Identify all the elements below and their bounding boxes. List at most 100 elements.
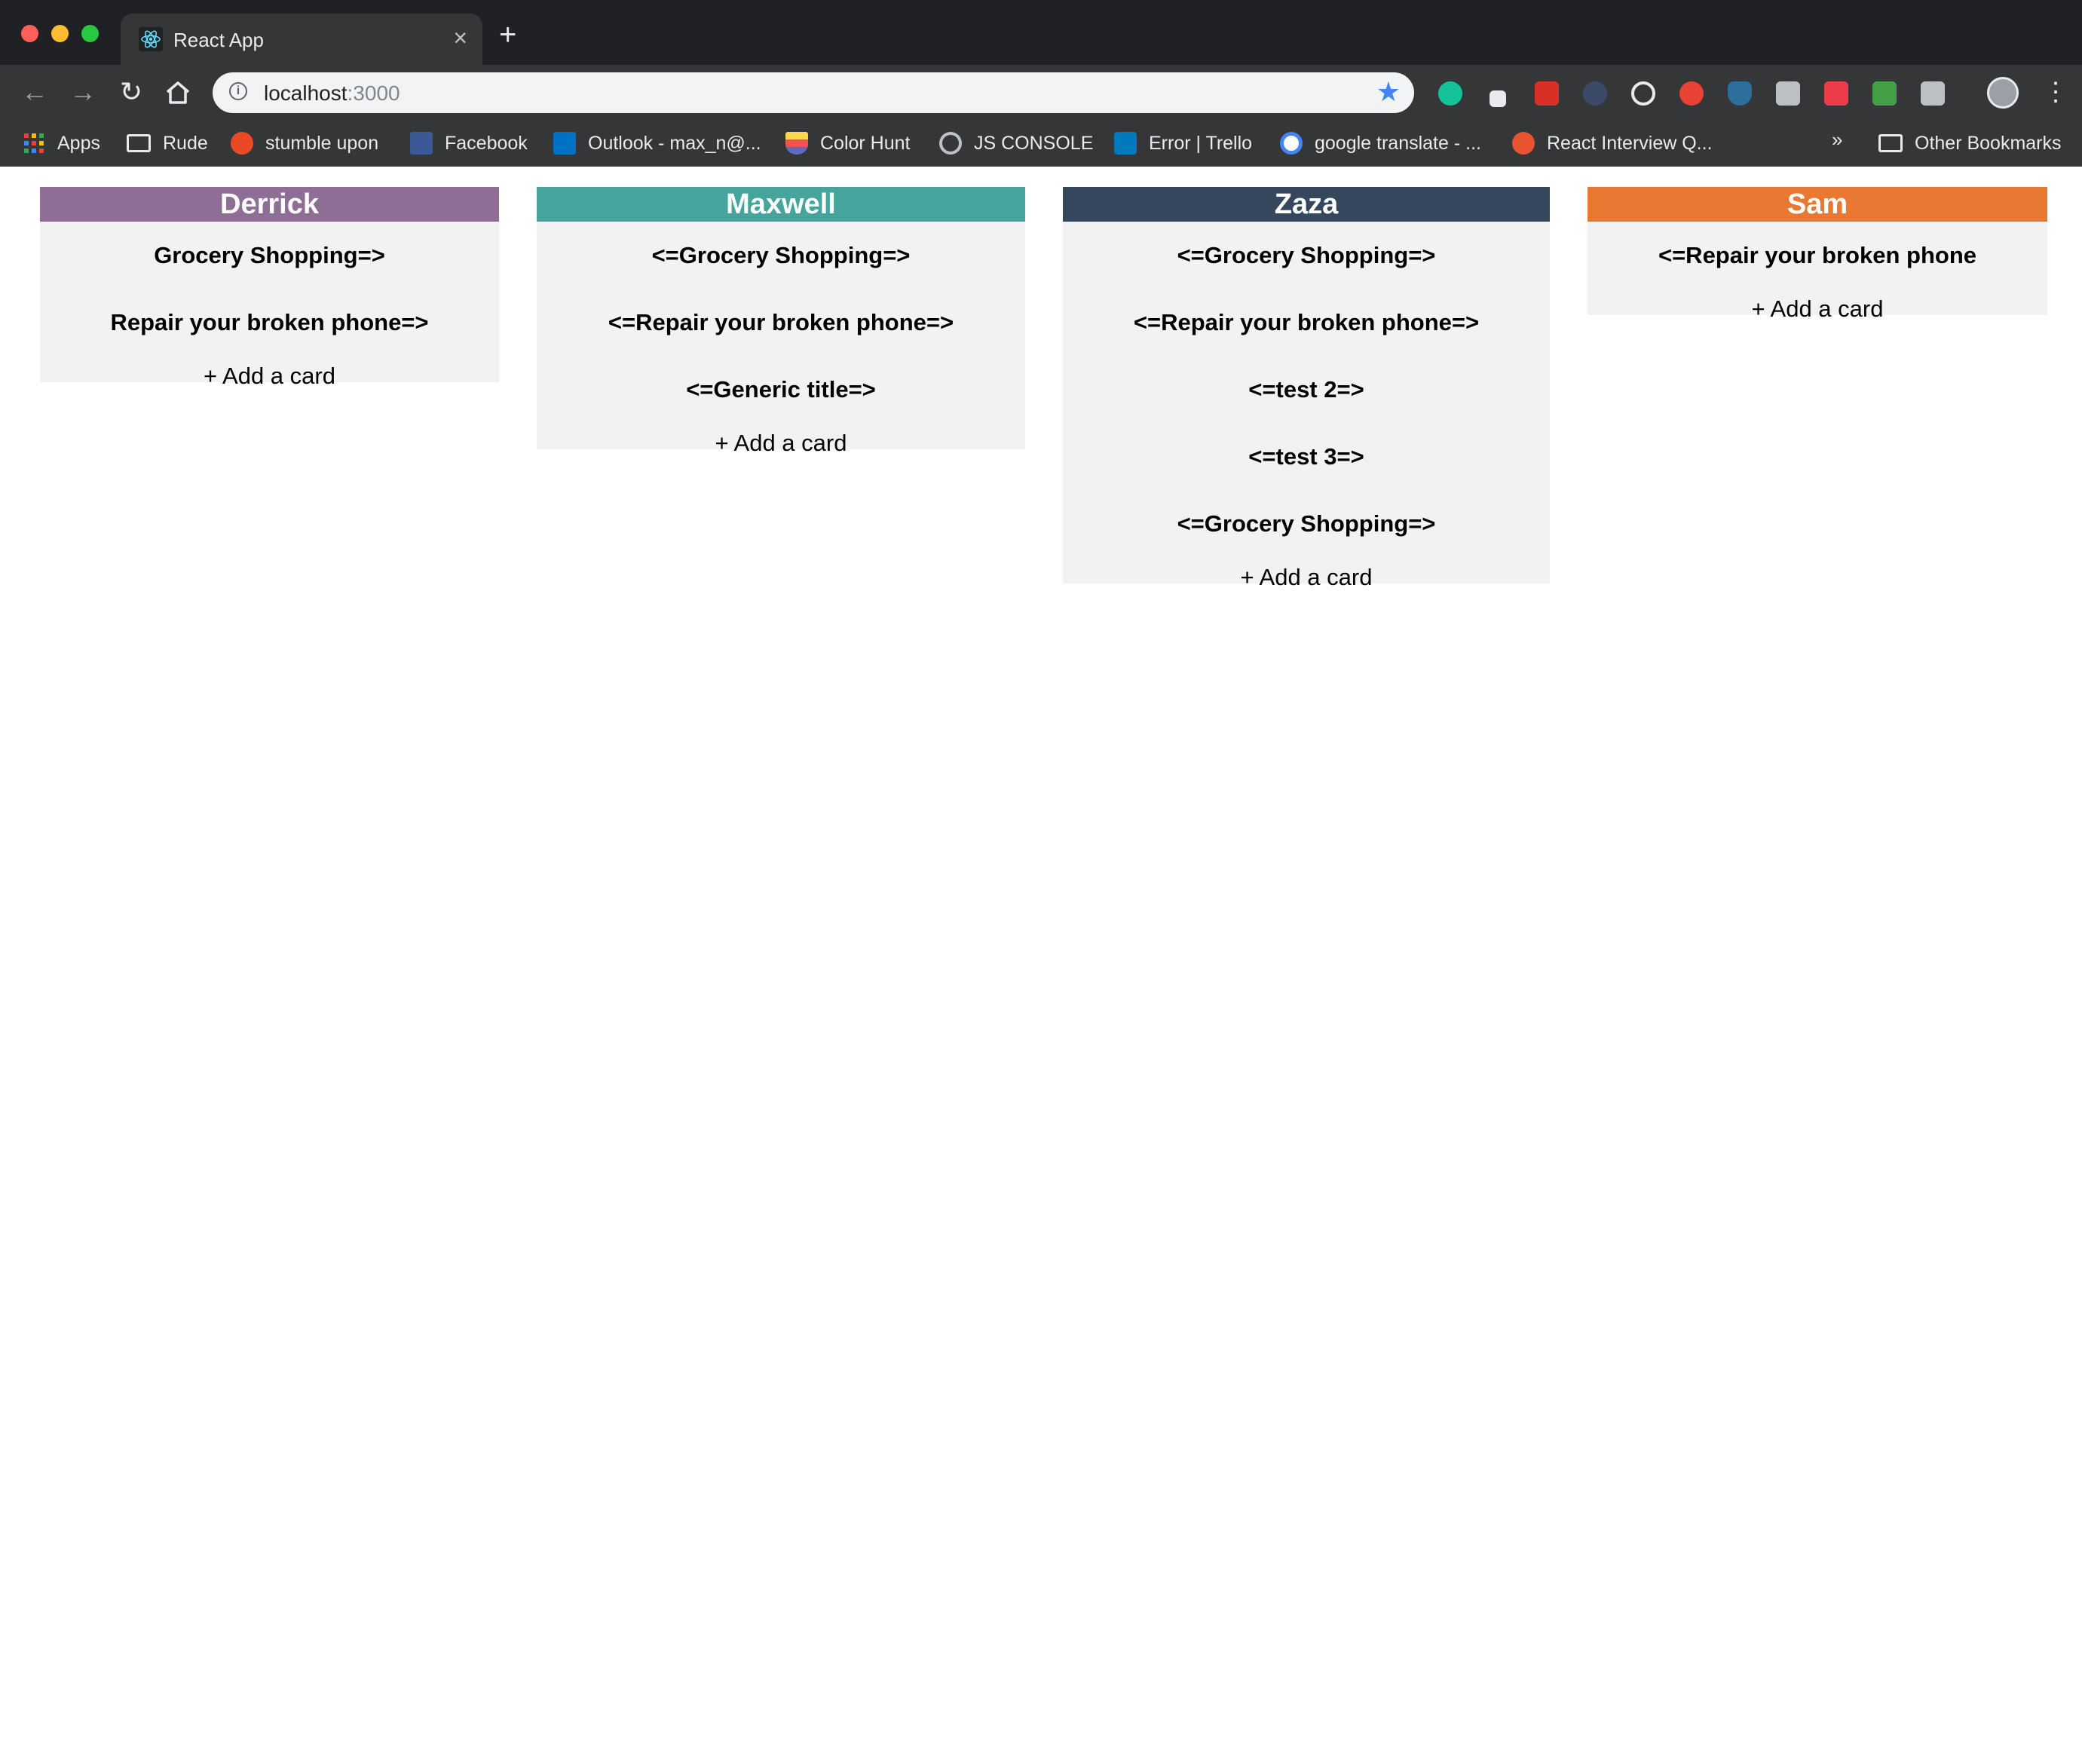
apps-grid-icon [24,133,44,153]
card[interactable]: Repair your broken phone=> [40,289,499,356]
info-icon[interactable]: i [229,82,247,100]
kanban-board: Derrick Grocery Shopping=> Repair your b… [0,167,2082,1764]
bookmark-star-icon[interactable]: ★ [1376,77,1401,107]
bookmark-js-console[interactable]: JS CONSOLE [939,130,1093,157]
maximize-window-button[interactable] [81,25,99,42]
profile-avatar[interactable] [1987,77,2019,109]
paw-extension-icon[interactable] [1535,81,1559,106]
column-title: Maxwell [726,188,836,220]
column-title: Sam [1787,188,1848,220]
facebook-icon [410,132,433,155]
add-card-button[interactable]: + Add a card [40,356,499,397]
browser-tab[interactable]: React App × [121,14,482,65]
browser-toolbar: ← → ↻ i localhost:3000 ★ ⋮ [0,65,2082,119]
card[interactable]: Grocery Shopping=> [40,222,499,289]
card[interactable]: <=Grocery Shopping=> [537,222,1025,289]
more-bookmarks-chevron[interactable]: » [1832,128,1842,152]
target-extension-icon[interactable] [1631,81,1655,106]
browser-chrome: React App × + ← → ↻ i localhost:3000 ★ ⋮ [0,0,2082,167]
minimize-window-button[interactable] [51,25,69,42]
trello-icon [1114,132,1137,155]
bookmark-label: Color Hunt [820,132,911,154]
bookmarks-bar: Apps Rude stumble upon Facebook Outlook … [0,119,2082,167]
bookmark-label: JS CONSOLE [974,132,1094,154]
bookmark-apps[interactable]: Apps [23,130,100,157]
more-menu-icon[interactable]: ⋮ [2043,77,2068,107]
google-icon [1280,132,1303,155]
add-card-button[interactable]: + Add a card [1588,289,2047,329]
url-text: localhost:3000 [264,81,400,106]
bookmark-rude[interactable]: Rude [127,130,208,157]
js-console-icon [939,132,962,155]
shield-extension-icon[interactable] [1728,81,1752,106]
react-icon [139,27,163,51]
bookmark-google-translate[interactable]: google translate - ... [1280,130,1481,157]
outlook-icon [553,132,576,155]
card-list: <=Grocery Shopping=> <=Repair your broke… [537,222,1025,423]
column-derrick: Derrick Grocery Shopping=> Repair your b… [40,187,499,389]
close-window-button[interactable] [21,25,38,42]
chat-extension-icon[interactable] [1776,81,1800,106]
home-icon[interactable] [164,80,191,106]
tab-strip: React App × + [0,0,2082,65]
k-extension-icon[interactable] [1583,81,1607,106]
bookmark-other[interactable]: Other Bookmarks [1878,130,2062,157]
bookmark-label: Rude [163,132,208,154]
column-header: Maxwell [537,187,1025,222]
bookmark-label: Apps [57,132,100,154]
forward-icon[interactable]: → [66,75,100,109]
grammarly-extension-icon[interactable] [1438,81,1462,106]
card-list: <=Repair your broken phone [1588,222,2047,289]
close-tab-icon[interactable]: × [453,24,467,51]
bookmark-facebook[interactable]: Facebook [410,130,528,157]
add-card-button[interactable]: + Add a card [1063,557,1550,598]
tab-title: React App [173,29,264,51]
bookmark-stumble-upon[interactable]: stumble upon [231,130,378,157]
card[interactable]: <=test 2=> [1063,356,1550,423]
bookmark-label: React Interview Q... [1547,132,1713,154]
column-header: Derrick [40,187,499,222]
column-header: Zaza [1063,187,1550,222]
stumbleupon-icon [231,132,253,155]
bookmark-react-interview[interactable]: React Interview Q... [1512,130,1713,157]
folder-icon [127,134,151,152]
bookmark-label: stumble upon [265,132,379,154]
new-tab-button[interactable]: + [499,20,516,50]
folder-icon [1878,134,1903,152]
reload-icon[interactable]: ↻ [115,75,148,109]
react-interview-icon [1512,132,1535,155]
column-zaza: Zaza <=Grocery Shopping=> <=Repair your … [1063,187,1550,590]
column-maxwell: Maxwell <=Grocery Shopping=> <=Repair yo… [537,187,1025,456]
card[interactable]: <=Grocery Shopping=> [1063,490,1550,557]
add-card-button[interactable]: + Add a card [537,423,1025,464]
column-header: Sam [1588,187,2047,222]
bookmark-label: Other Bookmarks [1915,132,2062,154]
card[interactable]: <=Repair your broken phone=> [1063,289,1550,356]
bookmark-outlook[interactable]: Outlook - max_n@... [553,130,761,157]
card[interactable]: <=Repair your broken phone [1588,222,2047,289]
column-sam: Sam <=Repair your broken phone + Add a c… [1588,187,2047,322]
adblock-extension-icon[interactable] [1679,81,1704,106]
bookmark-label: Facebook [445,132,528,154]
address-bar[interactable]: i localhost:3000 ★ [213,72,1414,113]
bookmark-label: Error | Trello [1149,132,1253,154]
red-extension-icon[interactable] [1824,81,1848,106]
bookmark-error-trello[interactable]: Error | Trello [1114,130,1252,157]
card[interactable]: <=test 3=> [1063,423,1550,490]
card-list: Grocery Shopping=> Repair your broken ph… [40,222,499,356]
url-port: :3000 [347,81,400,105]
card[interactable]: <=Repair your broken phone=> [537,289,1025,356]
column-title: Derrick [220,188,319,220]
card[interactable]: <=Generic title=> [537,356,1025,423]
card-list: <=Grocery Shopping=> <=Repair your broke… [1063,222,1550,557]
pen-extension-icon[interactable] [1490,90,1506,107]
bag-extension-icon[interactable] [1921,81,1945,106]
bookmark-label: Outlook - max_n@... [588,132,761,154]
url-host: localhost [264,81,348,105]
card[interactable]: <=Grocery Shopping=> [1063,222,1550,289]
bookmark-label: google translate - ... [1315,132,1481,154]
column-title: Zaza [1274,188,1339,220]
bookmark-color-hunt[interactable]: Color Hunt [785,130,911,157]
cors-extension-icon[interactable] [1872,81,1897,106]
back-icon[interactable]: ← [18,75,51,109]
